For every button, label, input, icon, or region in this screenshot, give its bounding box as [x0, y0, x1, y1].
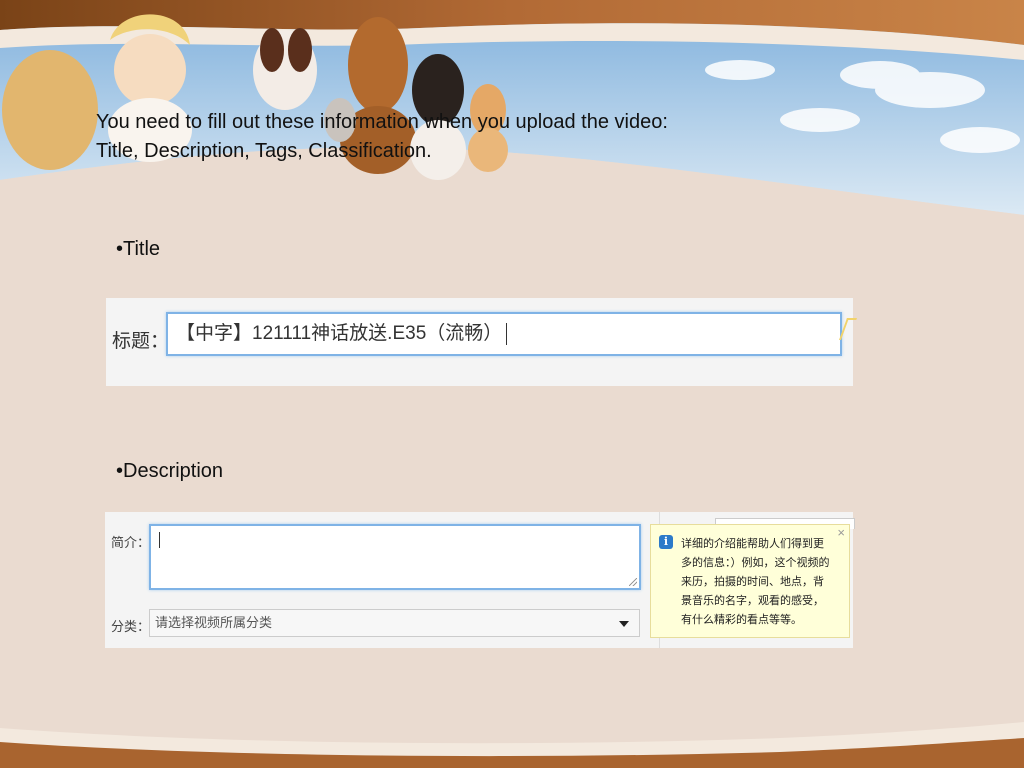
chevron-down-icon	[619, 621, 629, 627]
close-icon[interactable]: ×	[837, 525, 845, 540]
title-label: 标题：	[112, 331, 170, 352]
text-caret	[506, 322, 508, 345]
category-label: 分类：	[111, 619, 151, 634]
resize-grip-icon[interactable]	[629, 578, 637, 586]
footer-banner	[0, 722, 1024, 768]
title-input[interactable]: 【中字】121111神话放送.E35（流畅）	[166, 312, 842, 356]
category-select-value: 请选择视频所属分类	[155, 615, 273, 630]
title-form-screenshot: 标题： 【中字】121111神话放送.E35（流畅）	[106, 298, 858, 386]
description-tooltip: i × 详细的介绍能帮助人们得到更多的信息：）例如，这个视频的来历，拍摄的时间、…	[650, 524, 850, 638]
description-textarea[interactable]	[149, 524, 641, 590]
tooltip-text: 详细的介绍能帮助人们得到更多的信息：）例如，这个视频的来历，拍摄的时间、地点，背…	[681, 538, 830, 626]
intro-label: 简介：	[111, 535, 151, 550]
title-input-value: 【中字】121111神话放送.E35（流畅）	[176, 323, 503, 344]
intro-line-2: Title, Description, Tags, Classification…	[96, 140, 432, 162]
bullet-description: •Description	[116, 460, 224, 482]
category-select[interactable]: 请选择视频所属分类	[149, 609, 640, 637]
text-caret	[159, 532, 160, 548]
intro-line-1: You need to fill out these information w…	[96, 111, 668, 133]
info-icon: i	[659, 535, 673, 549]
bullet-title: •Title	[116, 238, 161, 260]
description-form-screenshot: 简介： 分类： 请选择视频所属分类 i × 详细的介绍能帮助人们得到更多的信息：…	[105, 512, 855, 648]
intro-text: You need to fill out these information w…	[96, 108, 668, 166]
